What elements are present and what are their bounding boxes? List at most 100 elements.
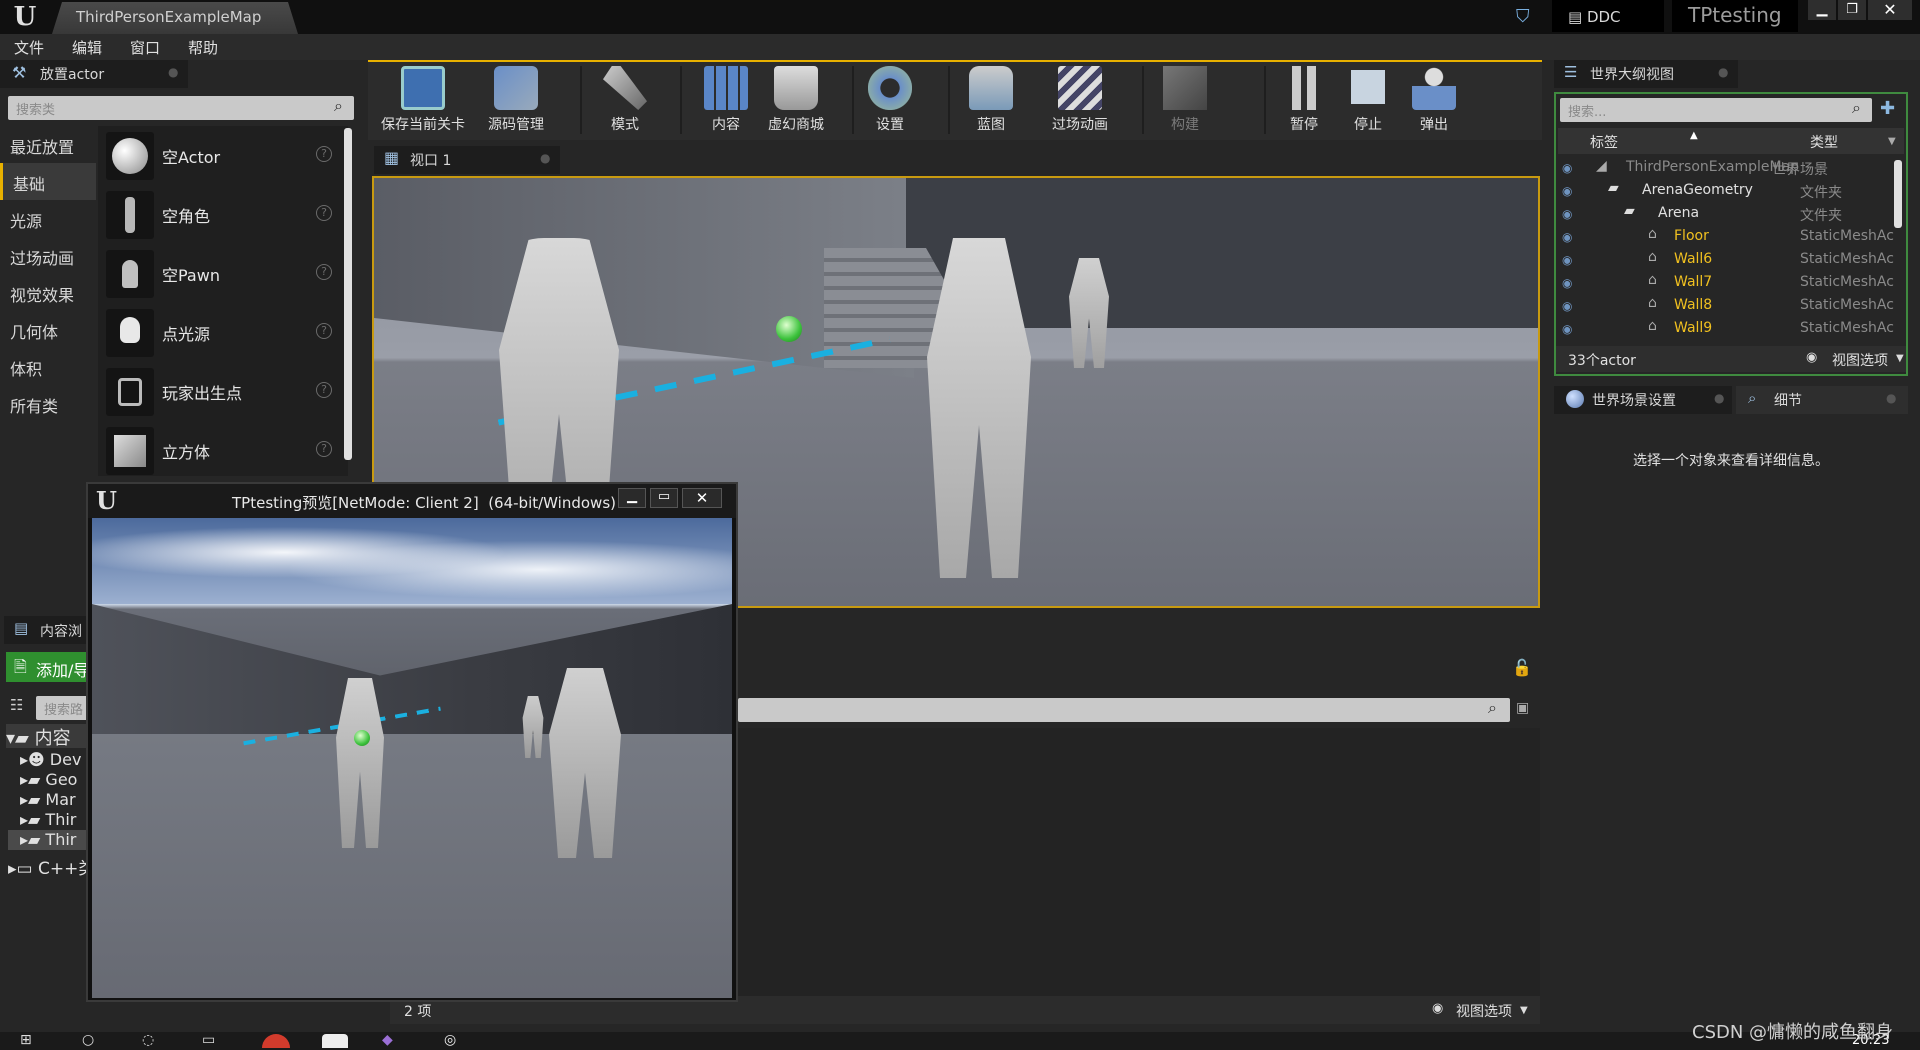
content-button[interactable]: 内容 (690, 62, 762, 136)
marketplace-button[interactable]: 虚幻商城 (762, 62, 830, 136)
world-settings-tab[interactable]: 世界场景设置 ● (1554, 386, 1732, 414)
actor-item-player-start[interactable]: 玩家出生点 ? (104, 364, 344, 420)
category-recent[interactable]: 最近放置 (0, 126, 96, 163)
chrome-icon[interactable] (262, 1034, 290, 1048)
menu-file[interactable]: 文件 (0, 34, 58, 58)
menu-help[interactable]: 帮助 (174, 34, 232, 58)
map-tab[interactable]: ThirdPersonExampleMap (52, 2, 298, 34)
settings-button[interactable]: 设置 (862, 62, 918, 136)
minimize-button[interactable]: ▁ (1808, 0, 1836, 20)
app-icon[interactable] (322, 1034, 348, 1048)
pie-preview-window[interactable]: U TPtesting预览[NetMode: Client 2] (64-bit… (86, 482, 738, 1002)
tree-item[interactable]: ▸▰ Mar (20, 790, 76, 809)
stop-button[interactable]: 停止 (1340, 62, 1396, 136)
details-tab[interactable]: ⌕ 细节 ● (1736, 386, 1908, 414)
build-button[interactable]: 构建 (1152, 62, 1218, 136)
tree-item[interactable]: ▸▰ Geo (20, 770, 77, 789)
eject-button[interactable]: 弹出 (1404, 62, 1464, 136)
outliner-row[interactable]: ◉ ▰ Arena 文件夹 (1556, 203, 1906, 226)
unreal-taskbar-icon[interactable]: ◎ (444, 1032, 456, 1048)
eye-icon[interactable]: ◉ (1562, 276, 1578, 290)
eye-icon[interactable]: ◉ (1562, 299, 1578, 313)
eye-icon[interactable]: ◉ (1562, 184, 1578, 198)
menu-edit[interactable]: 编辑 (58, 34, 116, 58)
windows-start-icon[interactable]: ⊞ (20, 1032, 32, 1048)
outliner-row[interactable]: ◉ ◢ ThirdPersonExampleMap 世界场景 (1556, 157, 1906, 180)
preview-titlebar[interactable]: U TPtesting预览[NetMode: Client 2] (64-bit… (88, 484, 736, 518)
column-label-header[interactable]: 标签 (1590, 132, 1618, 152)
source-control-button[interactable]: 源码管理 (476, 62, 556, 136)
tree-item-cpp[interactable]: ▸▭ C++类 (8, 854, 95, 879)
actor-item-point-light[interactable]: 点光源 ? (104, 305, 344, 361)
minimize-button[interactable]: ▁ (618, 488, 646, 508)
modes-button[interactable]: 模式 (592, 62, 658, 136)
outliner-row[interactable]: ◉ ⌂ Wall8 StaticMeshAc (1556, 295, 1906, 318)
tree-item[interactable]: ▸▰ Thir (20, 810, 76, 829)
outliner-scrollbar[interactable] (1894, 160, 1902, 228)
actor-item-cube[interactable]: 立方体 ? (104, 423, 344, 475)
menu-window[interactable]: 窗口 (116, 34, 174, 58)
actor-list-scrollbar[interactable] (344, 128, 352, 460)
category-geometry[interactable]: 几何体 (0, 311, 96, 348)
blueprints-button[interactable]: 蓝图 (956, 62, 1026, 136)
class-search-input[interactable]: 搜索类 (8, 96, 354, 120)
eye-icon[interactable]: ◉ (1562, 207, 1578, 221)
cinematics-button[interactable]: 过场动画 (1040, 62, 1120, 136)
save-search-icon[interactable]: ▣ (1516, 700, 1529, 716)
tab-close-icon[interactable]: ● (168, 65, 178, 79)
ddc-button[interactable]: ▤ DDC (1552, 0, 1664, 32)
outliner-row[interactable]: ◉ ⌂ Wall7 StaticMeshAc (1556, 272, 1906, 295)
tab-close-icon[interactable]: ● (1886, 391, 1896, 405)
help-icon[interactable]: ? (316, 264, 332, 280)
actor-item-empty-pawn[interactable]: 空Pawn ? (104, 246, 344, 302)
save-level-button[interactable]: 保存当前关卡 (376, 62, 470, 136)
outliner-row[interactable]: ◉ ⌂ Wall9 StaticMeshAc (1556, 318, 1906, 341)
eye-icon[interactable]: ◉ (1562, 253, 1578, 267)
content-view-options-button[interactable]: 视图选项 (1456, 1001, 1512, 1021)
category-all-classes[interactable]: 所有类 (0, 385, 96, 422)
outliner-row[interactable]: ◉ ⌂ Floor StaticMeshAc (1556, 226, 1906, 249)
close-button[interactable]: ✕ (682, 488, 722, 508)
viewport-tab[interactable]: ▦ 视口 1 ● (374, 146, 560, 174)
source-control-icon[interactable]: ⛉ (1516, 6, 1538, 28)
task-view-icon[interactable]: ◌ (142, 1032, 154, 1048)
column-dropdown-icon[interactable]: ▼ (1888, 136, 1896, 147)
actor-item-empty-character[interactable]: 空角色 ? (104, 187, 344, 243)
column-type-header[interactable]: 类型 (1810, 132, 1838, 152)
category-basic[interactable]: 基础 (0, 163, 96, 200)
explorer-icon[interactable]: ▭ (202, 1032, 215, 1048)
category-cinematic[interactable]: 过场动画 (0, 237, 96, 274)
visual-studio-icon[interactable]: ◆ (382, 1032, 393, 1048)
search-icon[interactable]: ○ (82, 1032, 94, 1048)
asset-search-input[interactable] (738, 698, 1510, 722)
view-options-button[interactable]: 视图选项 (1832, 350, 1888, 370)
help-icon[interactable]: ? (316, 323, 332, 339)
close-button[interactable]: ✕ (1868, 0, 1912, 20)
eye-icon[interactable]: ◉ (1562, 161, 1578, 175)
help-icon[interactable]: ? (316, 205, 332, 221)
outliner-search-input[interactable]: 搜索... (1560, 98, 1872, 122)
help-icon[interactable]: ? (316, 382, 332, 398)
eye-icon[interactable]: ◉ (1562, 230, 1578, 244)
help-icon[interactable]: ? (316, 146, 332, 162)
help-icon[interactable]: ? (316, 441, 332, 457)
pause-button[interactable]: 暂停 (1276, 62, 1332, 136)
tree-item[interactable]: ▸☻ Dev (20, 750, 81, 769)
add-filter-icon[interactable]: ✚ (1880, 98, 1895, 119)
category-volumes[interactable]: 体积 (0, 348, 96, 385)
place-actor-tab[interactable]: ⚒ 放置actor ● (0, 60, 188, 88)
tab-close-icon[interactable]: ● (1714, 391, 1724, 405)
category-lights[interactable]: 光源 (0, 200, 96, 237)
lock-icon[interactable]: 🔓 (1512, 658, 1532, 677)
eye-icon[interactable]: ◉ (1562, 322, 1578, 336)
outliner-row[interactable]: ◉ ▰ ArenaGeometry 文件夹 (1556, 180, 1906, 203)
sources-toggle-icon[interactable]: ☷ (10, 696, 23, 714)
category-visual-effects[interactable]: 视觉效果 (0, 274, 96, 311)
tab-close-icon[interactable]: ● (540, 151, 550, 165)
tab-close-icon[interactable]: ● (1718, 65, 1728, 79)
outliner-row[interactable]: ◉ ⌂ Wall6 StaticMeshAc (1556, 249, 1906, 272)
maximize-button[interactable]: ❐ (1838, 0, 1866, 20)
maximize-button[interactable]: ▭ (650, 488, 678, 508)
actor-item-empty-actor[interactable]: 空Actor ? (104, 128, 344, 184)
preview-game-view[interactable] (92, 518, 732, 998)
